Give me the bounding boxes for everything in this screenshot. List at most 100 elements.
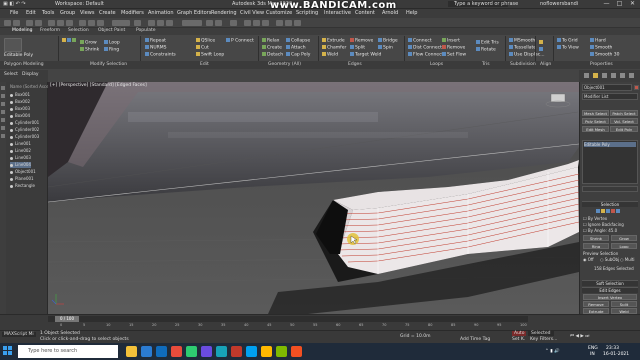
visibility-icon[interactable]	[10, 149, 13, 153]
utilities-tab-icon[interactable]	[629, 73, 634, 78]
explorer-tab-select[interactable]: Select	[4, 72, 18, 77]
tray-language[interactable]: ENG	[588, 346, 598, 351]
shrink-button[interactable]: Shrink	[80, 47, 99, 53]
tray-icons[interactable]: ⌃ ▮ 🔊	[545, 349, 560, 354]
display-helpers-icon[interactable]	[1, 134, 5, 138]
display-all-icon[interactable]	[1, 94, 5, 98]
selected-dropdown[interactable]: Selected	[528, 331, 554, 336]
menu-views[interactable]: Views	[80, 10, 94, 16]
smooth-30-button[interactable]: Smooth 30	[590, 52, 620, 58]
qslice-button[interactable]: QSlice	[196, 38, 215, 44]
viewport-label[interactable]: [+] [Perspective] [Standard] [Edged Face…	[50, 83, 147, 88]
modify-tab-icon[interactable]	[593, 73, 598, 78]
unlink-icon[interactable]	[35, 20, 42, 26]
schematic-icon[interactable]	[253, 20, 260, 26]
align-xyz-button[interactable]	[539, 47, 544, 53]
menu-civil-view[interactable]: Civil View	[240, 10, 264, 16]
create-button[interactable]: Create	[262, 45, 282, 51]
explorer-item[interactable]: Line003	[10, 155, 31, 161]
visibility-icon[interactable]	[10, 128, 13, 132]
explorer-item[interactable]: Plane001	[10, 176, 34, 182]
link-icon[interactable]	[26, 20, 33, 26]
hard-button[interactable]: Hard	[590, 38, 606, 44]
collapse-button[interactable]: Collapse	[286, 38, 310, 44]
explorer-item[interactable]: Cylinder002	[10, 127, 39, 133]
percent-snap-icon[interactable]	[166, 20, 173, 26]
make-planar-button[interactable]	[539, 40, 544, 46]
subobject-icons[interactable]	[596, 208, 621, 213]
redo-icon[interactable]	[13, 20, 20, 26]
undo-icon[interactable]	[4, 20, 11, 26]
menu-modifiers[interactable]: Modifiers	[121, 10, 144, 16]
explorer-item[interactable]: Line002	[10, 148, 31, 154]
select-by-name-icon[interactable]	[57, 20, 64, 26]
rotate-icon[interactable]	[88, 20, 95, 26]
taskbar-app-icon[interactable]	[291, 346, 302, 357]
preview-off-radio[interactable]: ◉ Off	[583, 257, 594, 262]
patch-select-button[interactable]: Patch Select	[610, 110, 638, 116]
taskbar-app-icon[interactable]	[231, 346, 242, 357]
maxscript-listener[interactable]: MAXScript Mi	[2, 332, 36, 337]
hierarchy-tab-icon[interactable]	[602, 73, 607, 78]
insert-loop-button[interactable]: Insert	[442, 38, 460, 44]
connect-button[interactable]: Connect	[408, 38, 432, 44]
msmooth-button[interactable]: MSmooth	[509, 38, 535, 44]
menu-file[interactable]: File	[10, 10, 18, 16]
explorer-item[interactable]: Cylinder001	[10, 120, 39, 126]
taskbar-app-icon[interactable]	[126, 346, 137, 357]
menu-group[interactable]: Group	[60, 10, 75, 16]
render-frame-icon[interactable]	[285, 20, 292, 26]
explorer-column-header[interactable]: Name (Sorted Ascen	[10, 84, 51, 90]
snap-icon[interactable]	[148, 20, 155, 26]
weld-button[interactable]: Weld	[322, 52, 338, 58]
explorer-item[interactable]: Line001	[10, 141, 31, 147]
edit-poly-button[interactable]: Edit Poly	[610, 126, 638, 132]
visibility-icon[interactable]	[10, 142, 13, 146]
smooth-button[interactable]: Smooth	[590, 45, 612, 51]
maximize-button[interactable]: □	[613, 0, 626, 8]
taskbar-app-icon[interactable]	[246, 346, 257, 357]
taskbar-clock[interactable]: 23:33	[606, 346, 619, 351]
menu-arnold[interactable]: Arnold	[382, 10, 398, 16]
menu-rendering[interactable]: Rendering	[211, 10, 237, 16]
perspective-viewport[interactable]	[48, 82, 579, 314]
render-setup-icon[interactable]	[276, 20, 283, 26]
cp-split-button[interactable]: Split	[611, 301, 637, 307]
vol-select-button[interactable]: Vol. Select	[610, 118, 638, 124]
taskbar-app-icon[interactable]	[171, 346, 182, 357]
region-select-icon[interactable]	[66, 20, 73, 26]
attach-button[interactable]: Attach	[286, 45, 306, 51]
menu-help[interactable]: Help	[406, 10, 417, 16]
remove-button[interactable]: Remove	[350, 38, 373, 44]
spin-button[interactable]: Spin	[378, 45, 393, 51]
use-displacement-button[interactable]: Use Displac...	[509, 52, 545, 58]
menu-scripting[interactable]: Scripting	[296, 10, 318, 16]
nurms-button[interactable]: NURMS	[145, 45, 167, 51]
chamfer-button[interactable]: Chamfer	[322, 45, 346, 51]
taskbar-app-icon[interactable]	[186, 346, 197, 357]
visibility-icon[interactable]	[10, 170, 13, 174]
cp-remove-button[interactable]: Remove	[583, 301, 609, 307]
split-button[interactable]: Split	[350, 45, 365, 51]
detach-button[interactable]: Detach	[262, 52, 283, 58]
display-none-icon[interactable]	[1, 86, 5, 90]
extrude-button[interactable]: Extrude	[322, 38, 345, 44]
visibility-icon[interactable]	[10, 184, 13, 188]
mesh-select-button[interactable]: Mesh Select	[582, 110, 609, 116]
remove-loop-button[interactable]: Remove	[442, 45, 465, 51]
render-icon[interactable]	[294, 20, 301, 26]
edit-tris-button[interactable]: Edit Tris	[476, 40, 499, 46]
taskbar-app-icon[interactable]	[216, 346, 227, 357]
explorer-item[interactable]: Box001	[10, 92, 30, 98]
by-vertex-checkbox[interactable]: ☐ By Vertex	[583, 216, 607, 221]
explorer-item[interactable]: Box002	[10, 99, 30, 105]
editable-poly-button[interactable]	[4, 38, 22, 52]
visibility-icon[interactable]	[10, 156, 13, 160]
ignore-backfacing-checkbox[interactable]: ☐ Ignore Backfacing	[583, 222, 624, 227]
taskbar-app-icon[interactable]	[261, 346, 272, 357]
flow-connect-button[interactable]: Flow Connect	[408, 52, 443, 58]
target-weld-button[interactable]: Target Weld	[350, 52, 381, 58]
ring-button[interactable]: Ring	[104, 47, 119, 53]
explorer-item[interactable]: Box004	[10, 113, 30, 119]
move-icon[interactable]	[79, 20, 86, 26]
